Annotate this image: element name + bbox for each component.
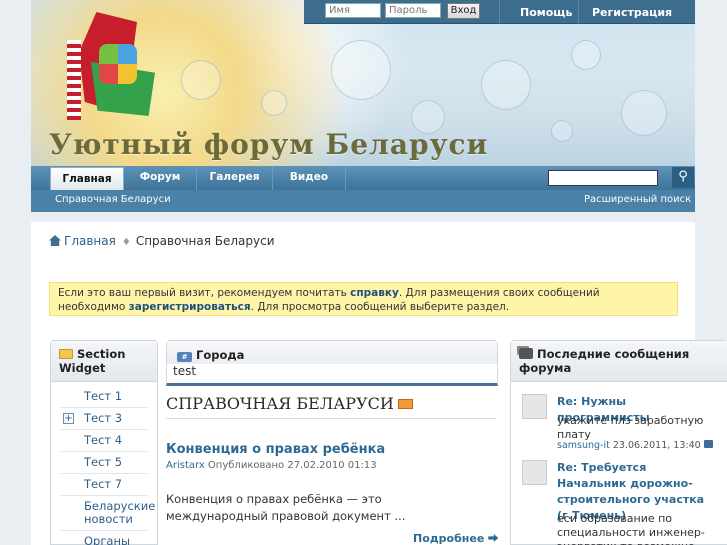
divider xyxy=(578,0,579,24)
rss-icon[interactable] xyxy=(397,399,413,409)
login-bar: Вход Помощь Регистрация xyxy=(304,0,695,24)
article-meta: Aristarx Опубликовано 27.02.2010 01:13 xyxy=(166,460,377,471)
list-item[interactable]: + Тест 3 xyxy=(61,408,147,430)
expand-icon[interactable]: + xyxy=(63,413,74,424)
search-icon: ⚲ xyxy=(678,169,688,184)
notice-text: . Для просмотра сообщений выберите разде… xyxy=(250,301,510,313)
tab-forum[interactable]: Форум xyxy=(124,166,197,190)
folder-icon xyxy=(59,349,73,359)
list-item-label[interactable]: Органы xyxy=(84,534,130,545)
register-link[interactable]: Регистрация xyxy=(592,6,672,19)
forum-title[interactable]: Уютный форум Беларуси xyxy=(49,128,488,161)
decor-bubble xyxy=(331,40,391,100)
list-item[interactable]: Тест 7 xyxy=(61,474,147,496)
article-title[interactable]: Конвенция о правах ребёнка xyxy=(166,442,385,457)
ornament-stripe xyxy=(67,40,81,120)
list-item[interactable]: Тест 1 xyxy=(61,386,147,408)
divider xyxy=(166,418,496,419)
post-meta: samsung-it 23.06.2011, 13:40 xyxy=(557,440,727,451)
list-item: Re: Требуется Начальник дорожно-строител… xyxy=(522,460,705,545)
article-author[interactable]: Aristarx xyxy=(166,460,205,471)
username-input[interactable] xyxy=(325,3,381,18)
decor-bubble xyxy=(571,40,601,70)
home-icon[interactable] xyxy=(49,235,61,246)
post-excerpt: укажите плз заработную плату xyxy=(557,414,704,441)
latest-posts-title: Последние сообщения форума xyxy=(519,347,690,375)
sub-nav-directory-link[interactable]: Справочная Беларуси xyxy=(55,194,171,205)
help-link[interactable]: Помощь xyxy=(520,6,572,19)
decor-bubble xyxy=(481,60,531,110)
list-item-label[interactable]: Тест 1 xyxy=(84,389,122,403)
list-item[interactable]: Органы xyxy=(61,531,147,545)
breadcrumb-separator-icon: ♦ xyxy=(121,237,131,248)
welcome-notice: Если это ваш первый визит, рекомендуем п… xyxy=(49,282,678,316)
breadcrumb-current: Справочная Беларуси xyxy=(135,234,275,248)
go-to-post-icon[interactable] xyxy=(703,440,713,448)
list-item-label[interactable]: Тест 4 xyxy=(84,433,122,447)
section-title-text: СПРАВОЧНАЯ БЕЛАРУСИ xyxy=(166,394,394,413)
widget-icon: # xyxy=(177,352,192,362)
site-header: Уютный форум Беларуси xyxy=(31,0,695,168)
divider xyxy=(499,0,500,24)
section-title: СПРАВОЧНАЯ БЕЛАРУСИ xyxy=(166,394,413,413)
list-item: Re: Нужны программисты укажите плз зараб… xyxy=(522,394,713,454)
decor-bubble xyxy=(181,60,221,100)
notice-text: Если это ваш первый визит, рекомендуем п… xyxy=(58,287,351,299)
list-item[interactable]: Тест 4 xyxy=(61,430,147,452)
list-item-label[interactable]: Тест 5 xyxy=(84,455,122,469)
latest-posts-header: Последние сообщения форума xyxy=(511,341,727,382)
post-author[interactable]: samsung-it xyxy=(557,440,610,451)
search-input[interactable] xyxy=(548,170,658,186)
list-item-label[interactable]: Тест 3 xyxy=(84,411,122,425)
cities-box: # Города test xyxy=(166,340,498,386)
section-widget: Section Widget Тест 1 + Тест 3 Тест 4 Тес… xyxy=(50,340,158,545)
tab-home[interactable]: Главная xyxy=(50,167,124,190)
tab-video[interactable]: Видео xyxy=(273,166,346,190)
decor-bubble xyxy=(621,90,667,136)
post-excerpt: еси образование по специальности инженер… xyxy=(557,512,705,545)
help-link[interactable]: справку xyxy=(350,287,399,299)
avatar[interactable] xyxy=(522,394,547,419)
list-item-label[interactable]: Беларуские новости xyxy=(84,499,155,526)
arrow-right-icon xyxy=(488,534,499,542)
cities-text: test xyxy=(173,364,197,378)
sub-nav: Справочная Беларуси Расширенный поиск xyxy=(31,190,695,212)
cities-title: Города xyxy=(196,348,245,362)
article-body: Конвенция о правах ребёнка — это междуна… xyxy=(166,492,406,523)
decor-bubble xyxy=(261,90,287,116)
chat-bubbles-icon xyxy=(519,348,533,359)
cities-header: # Города xyxy=(167,341,497,364)
breadcrumb-home[interactable]: Главная xyxy=(64,234,116,248)
decor-bubble xyxy=(551,120,573,142)
search-button[interactable]: ⚲ xyxy=(672,167,694,188)
section-list: Тест 1 + Тест 3 Тест 4 Тест 5 Тест 7 Бела… xyxy=(61,386,155,545)
post-date: 23.06.2011, 13:40 xyxy=(609,440,701,451)
password-input[interactable] xyxy=(385,3,441,18)
tab-gallery[interactable]: Галерея xyxy=(197,166,273,190)
read-more-label[interactable]: Подробнее xyxy=(413,532,484,545)
login-button[interactable]: Вход xyxy=(447,3,480,19)
read-more-link[interactable]: Подробнее xyxy=(413,532,499,545)
breadcrumb: Главная ♦ Справочная Беларуси xyxy=(49,234,275,248)
advanced-search-link[interactable]: Расширенный поиск xyxy=(584,194,691,205)
list-item[interactable]: Тест 5 xyxy=(61,452,147,474)
section-widget-header: Section Widget xyxy=(51,341,157,382)
article-date: Опубликовано 27.02.2010 01:13 xyxy=(204,460,377,471)
list-item[interactable]: Беларуские новости xyxy=(61,496,155,531)
avatar[interactable] xyxy=(522,460,547,485)
list-item-label[interactable]: Тест 7 xyxy=(84,477,122,491)
register-link[interactable]: зарегистрироваться xyxy=(129,301,251,313)
puzzle-logo-icon xyxy=(99,44,137,84)
